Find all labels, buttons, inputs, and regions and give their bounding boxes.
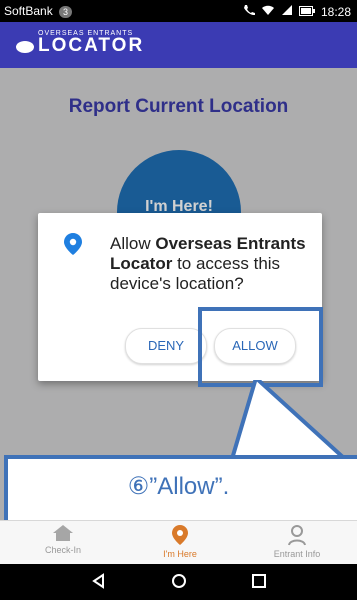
back-icon[interactable] xyxy=(90,572,108,595)
nav-im-here[interactable]: I'm Here xyxy=(135,524,225,559)
status-right: 18:28 xyxy=(243,4,351,19)
app-bar: OVERSEAS ENTRANTS LOCATOR xyxy=(0,22,357,68)
person-icon xyxy=(252,524,342,548)
location-pin-nav-icon xyxy=(135,524,225,548)
house-icon xyxy=(18,524,108,544)
call-icon xyxy=(243,4,255,19)
battery-icon xyxy=(298,5,315,19)
app-logo: OVERSEAS ENTRANTS LOCATOR xyxy=(16,30,144,57)
nav-check-in-label: Check-In xyxy=(44,545,81,555)
nav-entrant-info-label: Entrant Info xyxy=(273,549,321,559)
nav-entrant-info[interactable]: Entrant Info xyxy=(252,524,342,559)
home-icon[interactable] xyxy=(170,572,188,595)
deny-button[interactable]: DENY xyxy=(125,328,207,364)
nav-im-here-label: I'm Here xyxy=(163,549,197,559)
carrier-label: SoftBank xyxy=(4,4,53,18)
phone-screen: SoftBank 3 18:28 OVERSEAS ENTRANTS LOCAT… xyxy=(0,0,357,600)
status-bar: SoftBank 3 18:28 xyxy=(0,0,357,22)
allow-highlight-box xyxy=(198,307,323,387)
location-pin-icon xyxy=(63,232,83,256)
clock: 18:28 xyxy=(320,4,351,19)
carrier-badge: 3 xyxy=(59,6,73,18)
recent-apps-icon[interactable] xyxy=(250,572,268,595)
wifi-icon xyxy=(261,4,275,19)
dialog-message: Allow Overseas Entrants Locator to acces… xyxy=(110,234,306,293)
callout-text: ⑥”Allow”. xyxy=(127,473,230,500)
logo-text: LOCATOR xyxy=(38,35,145,56)
nav-check-in[interactable]: Check-In xyxy=(18,524,108,555)
signal-icon xyxy=(281,4,293,19)
planet-icon xyxy=(16,41,34,53)
